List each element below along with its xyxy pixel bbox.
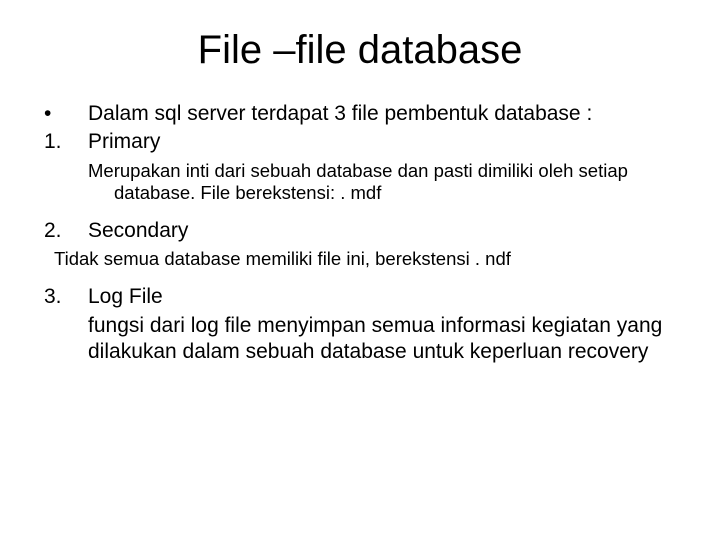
intro-row: • Dalam sql server terdapat 3 file pembe… — [40, 101, 680, 127]
item-3-marker: 3. — [40, 284, 88, 310]
item-3-label: Log File — [88, 284, 680, 310]
item-2-desc: Tidak semua database memiliki file ini, … — [54, 248, 680, 270]
intro-text: Dalam sql server terdapat 3 file pembent… — [88, 101, 680, 127]
item-2-marker: 2. — [40, 218, 88, 244]
item-1-desc: Merupakan inti dari sebuah database dan … — [88, 160, 680, 204]
item-3-row: 3. Log File — [40, 284, 680, 310]
item-1-marker: 1. — [40, 129, 88, 155]
item-2-row: 2. Secondary — [40, 218, 680, 244]
bullet-marker: • — [40, 101, 88, 127]
item-1-row: 1. Primary — [40, 129, 680, 155]
item-1-label: Primary — [88, 129, 680, 155]
item-3-body: fungsi dari log file menyimpan semua inf… — [88, 313, 680, 366]
item-2-label: Secondary — [88, 218, 680, 244]
page-title: File –file database — [40, 28, 680, 73]
